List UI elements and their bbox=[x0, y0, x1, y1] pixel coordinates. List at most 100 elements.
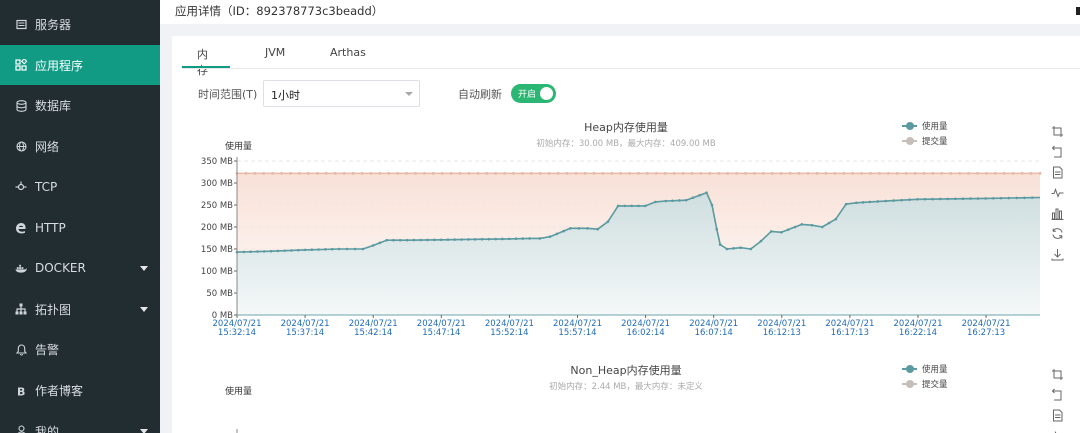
zoom-icon[interactable] bbox=[1050, 367, 1064, 381]
used-point bbox=[487, 237, 491, 241]
auto-refresh-toggle[interactable]: 开启 bbox=[511, 84, 556, 103]
committed-point bbox=[387, 171, 391, 175]
committed-point bbox=[253, 171, 257, 175]
line-chart-icon[interactable] bbox=[1050, 429, 1064, 433]
sidebar-item-0[interactable]: 服务器 bbox=[0, 4, 160, 45]
used-point bbox=[876, 200, 880, 203]
nonheap-chart: Non_Heap内存使用量 初始内存：2.44 MB，最大内存：未定义 使用量 … bbox=[172, 359, 1080, 433]
committed-point bbox=[565, 171, 569, 175]
main-content: 应用详情（ID：892378773c3beadd） 内存 JVM Arthas … bbox=[160, 0, 1080, 433]
committed-point bbox=[315, 171, 319, 175]
committed-point bbox=[405, 171, 408, 175]
committed-point bbox=[949, 171, 953, 175]
committed-point bbox=[663, 171, 667, 175]
used-point bbox=[528, 237, 531, 240]
zoom-reset-icon[interactable] bbox=[1050, 388, 1064, 402]
b-icon: B bbox=[15, 385, 27, 397]
line-chart-icon[interactable] bbox=[1050, 186, 1064, 200]
sidebar-item-3[interactable]: 网络 bbox=[0, 126, 160, 167]
used-point bbox=[810, 223, 814, 227]
sidebar-item-10[interactable]: 我的 bbox=[0, 411, 160, 433]
x-tick-time: 16:12:13 bbox=[763, 328, 801, 338]
used-point bbox=[691, 196, 695, 199]
y-tick-label: 100 MB bbox=[201, 267, 233, 277]
committed-point bbox=[904, 171, 908, 175]
zoom-reset-icon[interactable] bbox=[1050, 145, 1064, 159]
y-tick-label: 300 MB bbox=[201, 179, 233, 189]
sidebar-item-9[interactable]: B 作者博客 bbox=[0, 370, 160, 411]
sidebar-item-4[interactable]: TCP bbox=[0, 167, 160, 208]
committed-point bbox=[958, 171, 962, 175]
used-point bbox=[378, 241, 382, 245]
used-point bbox=[242, 250, 246, 254]
committed-point bbox=[547, 171, 551, 175]
x-tick-time: 16:22:14 bbox=[899, 328, 937, 338]
committed-point bbox=[869, 171, 872, 175]
used-point bbox=[759, 239, 763, 243]
used-point bbox=[494, 237, 497, 241]
used-point bbox=[718, 243, 722, 246]
used-point bbox=[399, 238, 402, 242]
used-point bbox=[296, 248, 300, 252]
used-point bbox=[931, 197, 934, 201]
committed-point bbox=[762, 171, 765, 175]
sidebar-item-label: 我的 bbox=[35, 424, 60, 433]
x-tick-time: 16:07:14 bbox=[695, 328, 733, 338]
committed-point bbox=[262, 171, 266, 175]
committed-point bbox=[860, 171, 863, 175]
used-point bbox=[521, 237, 525, 240]
committed-point bbox=[458, 171, 462, 175]
committed-point bbox=[913, 171, 917, 175]
committed-point bbox=[886, 171, 890, 175]
committed-point bbox=[360, 171, 364, 175]
used-point bbox=[345, 247, 349, 251]
sidebar-item-8[interactable]: 告警 bbox=[0, 330, 160, 371]
sidebar-item-label: DOCKER bbox=[35, 261, 86, 276]
used-point bbox=[946, 197, 950, 201]
used-point bbox=[715, 227, 719, 231]
committed-point bbox=[967, 171, 971, 175]
y-tick-label: 250 MB bbox=[201, 201, 233, 211]
committed-point bbox=[976, 171, 979, 175]
committed-point bbox=[931, 171, 935, 175]
tab-arthas[interactable]: Arthas bbox=[330, 46, 366, 59]
detail-card: 内存 JVM Arthas 时间范围(T) 1小时 自动刷新 开启 Heap内存… bbox=[172, 36, 1080, 433]
committed-point bbox=[815, 171, 819, 175]
bar-chart-icon[interactable] bbox=[1050, 206, 1064, 220]
data-view-icon[interactable] bbox=[1050, 408, 1064, 422]
committed-point bbox=[744, 171, 747, 175]
used-point bbox=[392, 238, 395, 242]
data-view-icon[interactable] bbox=[1050, 165, 1064, 179]
committed-point bbox=[414, 171, 417, 175]
sidebar-item-2[interactable]: 数据库 bbox=[0, 85, 160, 126]
sidebar-item-label: 网络 bbox=[35, 139, 60, 154]
used-point bbox=[405, 238, 409, 242]
tab-jvm[interactable]: JVM bbox=[265, 46, 285, 59]
sidebar-item-1[interactable]: 应用程序 bbox=[0, 44, 160, 86]
committed-point bbox=[1011, 171, 1015, 175]
committed-point bbox=[556, 171, 560, 175]
committed-point bbox=[717, 171, 721, 175]
used-point bbox=[412, 238, 416, 242]
committed-point bbox=[797, 171, 801, 175]
time-range-select[interactable]: 1小时 bbox=[263, 80, 420, 107]
y-tick-label: 350 MB bbox=[201, 157, 233, 167]
sidebar-item-7[interactable]: 拓扑图 bbox=[0, 289, 160, 330]
chevron-down-icon bbox=[405, 92, 413, 96]
committed-point bbox=[735, 171, 739, 175]
x-tick-time: 15:47:14 bbox=[422, 328, 460, 338]
tab-memory[interactable]: 内存 bbox=[197, 46, 208, 78]
restore-icon[interactable] bbox=[1050, 227, 1064, 241]
zoom-icon[interactable] bbox=[1050, 124, 1064, 138]
used-point bbox=[361, 247, 365, 251]
sidebar-item-6[interactable]: DOCKER bbox=[0, 248, 160, 289]
used-point bbox=[793, 225, 797, 229]
committed-point bbox=[440, 171, 444, 175]
download-icon[interactable] bbox=[1050, 247, 1064, 261]
sidebar-item-5[interactable]: HTTP bbox=[0, 207, 160, 248]
used-point bbox=[954, 197, 957, 201]
used-point bbox=[460, 238, 463, 241]
committed-point bbox=[485, 171, 489, 175]
used-point bbox=[664, 199, 668, 203]
committed-point bbox=[306, 171, 310, 175]
